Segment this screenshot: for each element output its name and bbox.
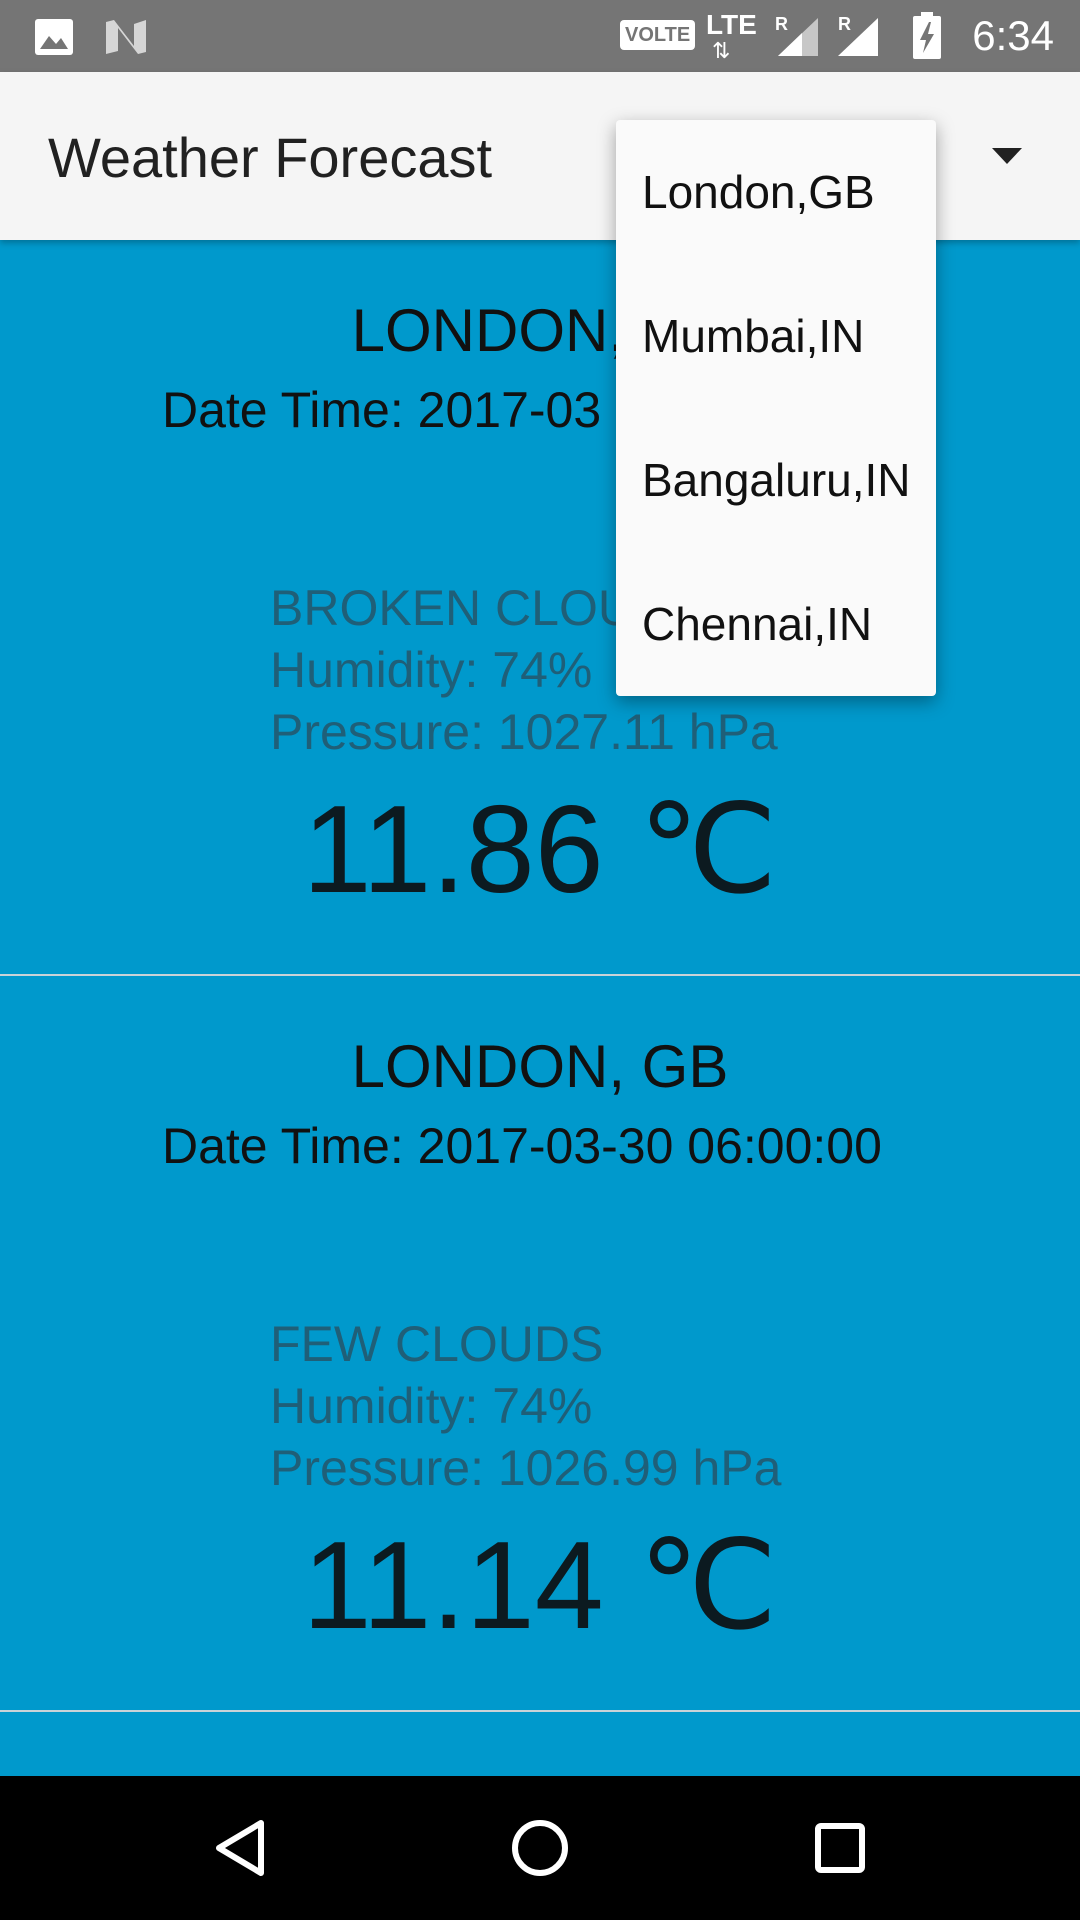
image-icon [35,19,73,55]
signal-icon [838,18,878,56]
volte-icon: VOLTE [620,20,696,50]
temperature: 11.86 ℃ [302,781,778,919]
home-icon [512,1820,568,1876]
humidity: Humidity: 74% [270,642,593,698]
city-dropdown: London,GB Mumbai,IN Bangaluru,IN Chennai… [616,120,936,696]
home-button[interactable] [468,1776,612,1920]
data-activity-icon: ⇅ [712,38,731,63]
dropdown-option-mumbai[interactable]: Mumbai,IN [642,308,932,364]
navigation-bar [0,1776,1080,1920]
back-button[interactable] [168,1776,312,1920]
dropdown-option-chennai[interactable]: Chennai,IN [642,596,932,652]
recents-icon [815,1823,865,1873]
recents-button[interactable] [768,1776,912,1920]
city-name: LONDON, GB [351,1033,729,1100]
chevron-down-icon[interactable] [992,148,1022,164]
n-logo-icon [106,20,146,54]
status-bar: VOLTE LTE ⇅ R R 6:34 [0,0,1080,72]
page-title: Weather Forecast [48,126,493,189]
battery-charging-icon [913,12,941,59]
weather-description: FEW CLOUDS [270,1316,604,1372]
dropdown-option-london[interactable]: London,GB [642,164,932,220]
forecast-card[interactable]: LONDON, GB Date Time: 2017-03-30 06:00:0… [0,976,1080,1712]
pressure: Pressure: 1027.11 hPa [270,704,778,760]
date-time: Date Time: 2017-03-30 06:00:00 [162,1118,882,1174]
date-time: Date Time: 2017-03 [162,382,602,438]
clock: 6:34 [972,12,1054,59]
temperature: 11.14 ℃ [302,1517,778,1655]
back-icon [216,1820,264,1876]
dropdown-option-bangaluru[interactable]: Bangaluru,IN [642,452,932,508]
lte-icon: LTE [706,9,757,40]
signal-icon [778,18,818,56]
pressure: Pressure: 1026.99 hPa [270,1440,782,1496]
humidity: Humidity: 74% [270,1378,593,1434]
